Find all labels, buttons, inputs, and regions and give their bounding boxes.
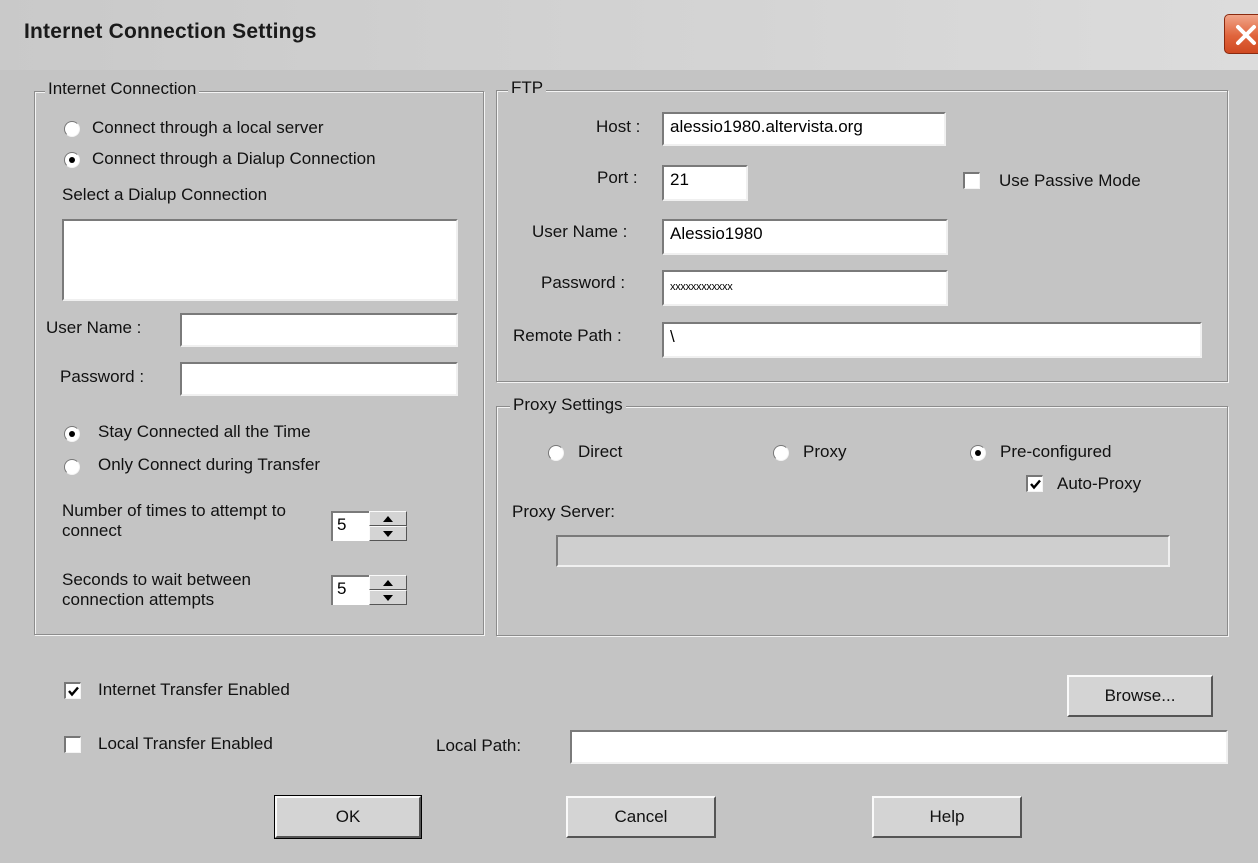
- browse-button[interactable]: Browse...: [1067, 675, 1213, 717]
- radio-proxy[interactable]: [773, 445, 789, 461]
- radio-local-server-label[interactable]: Connect through a local server: [92, 118, 324, 138]
- radio-direct-label[interactable]: Direct: [578, 442, 622, 462]
- attempts-spinner[interactable]: [369, 511, 407, 541]
- internet-transfer-label[interactable]: Internet Transfer Enabled: [98, 680, 290, 700]
- wait-value[interactable]: 5: [331, 575, 369, 605]
- dialup-connection-list[interactable]: [62, 219, 458, 301]
- ftp-username-field[interactable]: Alessio1980: [662, 219, 948, 255]
- window-title: Internet Connection Settings: [24, 20, 317, 43]
- attempts-label: Number of times to attempt to connect: [62, 501, 286, 540]
- local-path-label: Local Path:: [436, 736, 522, 755]
- radio-dialup-label[interactable]: Connect through a Dialup Connection: [92, 149, 376, 169]
- radio-proxy-label[interactable]: Proxy: [803, 442, 846, 462]
- attempts-spin-up[interactable]: [369, 511, 407, 526]
- radio-local-server[interactable]: [64, 121, 80, 137]
- radio-preconfigured[interactable]: [970, 445, 986, 461]
- attempts-value[interactable]: 5: [331, 511, 369, 541]
- proxy-settings-legend: Proxy Settings: [510, 395, 626, 415]
- checkmark-icon: [1030, 479, 1041, 490]
- radio-only-connect-label[interactable]: Only Connect during Transfer: [98, 455, 320, 475]
- local-transfer-checkbox[interactable]: [64, 736, 81, 753]
- radio-dialup[interactable]: [64, 152, 80, 168]
- auto-proxy-label[interactable]: Auto-Proxy: [1057, 474, 1141, 494]
- auto-proxy-checkbox[interactable]: [1026, 475, 1043, 492]
- proxy-server-label: Proxy Server:: [512, 502, 615, 521]
- wait-label: Seconds to wait between connection attem…: [62, 570, 252, 609]
- cancel-button[interactable]: Cancel: [566, 796, 716, 838]
- close-button[interactable]: [1224, 14, 1258, 54]
- close-icon: [1236, 25, 1256, 45]
- dialup-username-field[interactable]: [180, 313, 458, 347]
- radio-stay-connected[interactable]: [64, 426, 80, 442]
- ftp-legend: FTP: [508, 78, 547, 98]
- select-dialup-label: Select a Dialup Connection: [62, 185, 268, 204]
- passive-mode-label[interactable]: Use Passive Mode: [999, 171, 1141, 191]
- remote-path-field[interactable]: \: [662, 322, 1202, 358]
- proxy-server-field[interactable]: [556, 535, 1170, 567]
- ftp-port-field[interactable]: 21: [662, 165, 748, 201]
- arrow-up-icon: [383, 515, 393, 522]
- ftp-host-label: Host :: [596, 117, 641, 136]
- ftp-password-field[interactable]: xxxxxxxxxxxx: [662, 270, 948, 306]
- help-button[interactable]: Help: [872, 796, 1022, 838]
- local-transfer-label[interactable]: Local Transfer Enabled: [98, 734, 273, 754]
- internet-connection-legend: Internet Connection: [45, 79, 200, 99]
- wait-spinner[interactable]: [369, 575, 407, 605]
- remote-path-label: Remote Path :: [513, 326, 622, 345]
- wait-spin-up[interactable]: [369, 575, 407, 590]
- wait-spin-down[interactable]: [369, 590, 407, 605]
- local-path-field[interactable]: [570, 730, 1228, 764]
- radio-stay-connected-label[interactable]: Stay Connected all the Time: [98, 422, 311, 442]
- passive-mode-checkbox[interactable]: [963, 172, 980, 189]
- ftp-host-field[interactable]: alessio1980.altervista.org: [662, 112, 946, 146]
- ok-button[interactable]: OK: [274, 795, 422, 839]
- dialup-password-field[interactable]: [180, 362, 458, 396]
- checkmark-icon: [68, 686, 79, 697]
- ftp-password-label: Password :: [541, 273, 626, 292]
- arrow-down-icon: [383, 594, 393, 601]
- dialup-password-label: Password :: [60, 367, 145, 386]
- ftp-username-label: User Name :: [532, 222, 628, 241]
- radio-direct[interactable]: [548, 445, 564, 461]
- arrow-down-icon: [383, 530, 393, 537]
- radio-only-connect[interactable]: [64, 459, 80, 475]
- dialup-username-label: User Name :: [46, 318, 142, 337]
- ftp-port-label: Port :: [597, 168, 638, 187]
- arrow-up-icon: [383, 579, 393, 586]
- radio-preconfigured-label[interactable]: Pre-configured: [1000, 442, 1112, 462]
- internet-transfer-checkbox[interactable]: [64, 682, 81, 699]
- attempts-spin-down[interactable]: [369, 526, 407, 541]
